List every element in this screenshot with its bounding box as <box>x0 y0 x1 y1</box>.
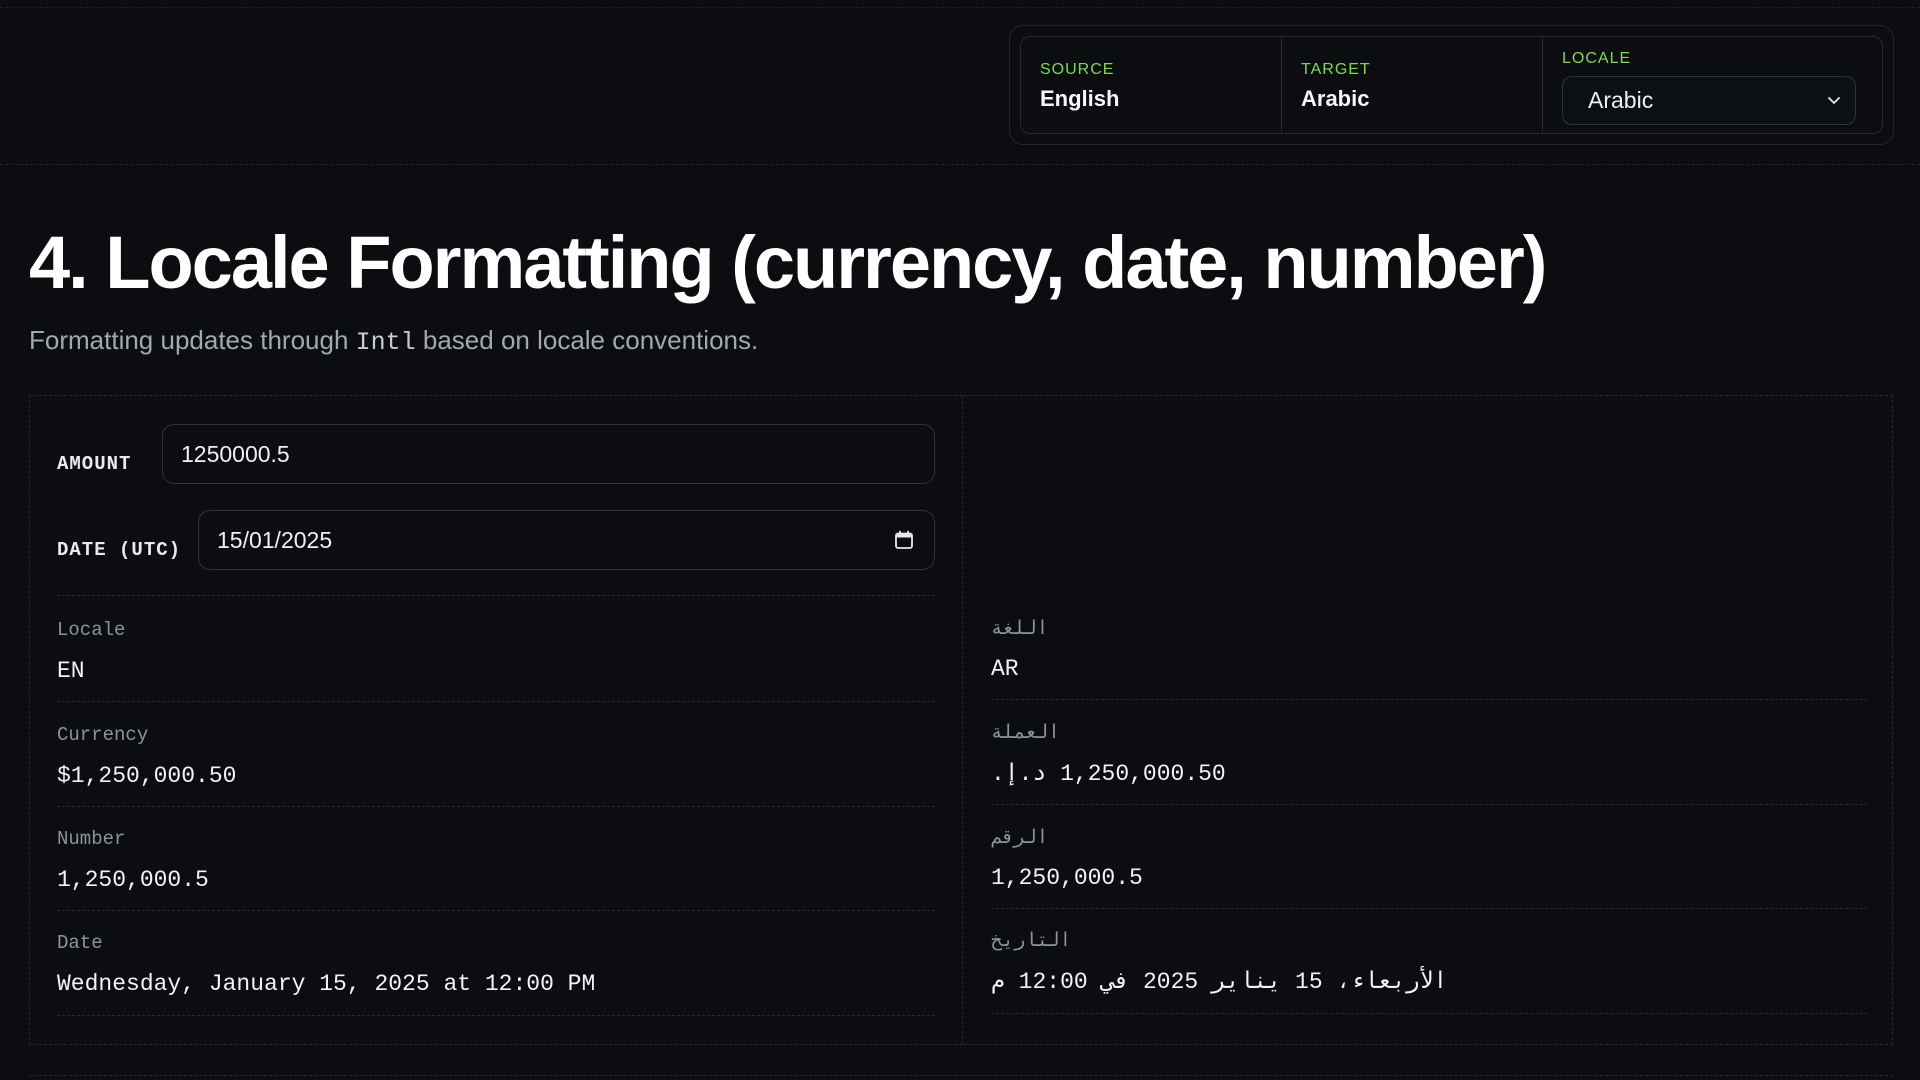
source-number-label: Number <box>57 828 126 850</box>
source-currency-value: $1,250,000.50 <box>57 763 237 789</box>
target-language-cell: TARGET Arabic <box>1282 37 1543 133</box>
locale-select[interactable]: Arabic <box>1562 76 1856 125</box>
separator <box>991 804 1868 805</box>
target-value: Arabic <box>1301 86 1370 111</box>
date-label: DATE (UTC) <box>57 539 182 561</box>
date-input[interactable]: 15/01/2025 <box>198 510 935 570</box>
separator <box>991 908 1868 909</box>
target-locale-label: اللغة <box>991 618 1049 640</box>
target-currency-value: ‏1,250,000.50 د.إ.‏ <box>991 761 1226 787</box>
target-date-label: التاريخ <box>991 930 1072 952</box>
language-panel: SOURCE English TARGET Arabic LOCALE Arab… <box>1009 25 1894 145</box>
target-date-value: الأربعاء، 15 يناير 2025 في 12:00 م <box>991 969 1448 995</box>
page-subtitle: Formatting updates through Intl based on… <box>29 325 758 357</box>
separator <box>57 701 935 702</box>
target-number-value: 1,250,000.5 <box>991 865 1143 891</box>
source-number-value: 1,250,000.5 <box>57 867 209 893</box>
header-bar: SOURCE English TARGET Arabic LOCALE Arab… <box>0 0 1920 165</box>
source-locale-label: Locale <box>57 619 126 641</box>
column-divider <box>962 396 963 1044</box>
source-date-label: Date <box>57 932 103 954</box>
separator <box>991 699 1868 700</box>
target-currency-label: العملة <box>991 722 1060 744</box>
source-language-cell: SOURCE English <box>1021 37 1282 133</box>
amount-value: 1250000.5 <box>181 440 290 467</box>
date-value: 15/01/2025 <box>217 526 333 553</box>
amount-row: AMOUNT <box>57 453 131 475</box>
subtitle-code: Intl <box>355 328 416 357</box>
separator <box>57 595 935 596</box>
calendar-icon[interactable] <box>894 530 914 550</box>
target-number-label: الرقم <box>991 827 1049 849</box>
separator <box>57 910 935 911</box>
source-locale-value: EN <box>57 658 85 684</box>
formatting-panel: AMOUNT 1250000.5 DATE (UTC) 15/01/2025 L… <box>29 395 1893 1045</box>
source-currency-label: Currency <box>57 724 149 746</box>
next-section-border <box>29 1075 1893 1076</box>
target-locale-value: AR <box>991 656 1019 682</box>
page-title: 4. Locale Formatting (currency, date, nu… <box>29 221 1547 304</box>
subtitle-text-end: based on locale conventions. <box>415 325 759 355</box>
amount-input[interactable]: 1250000.5 <box>162 424 935 484</box>
chevron-down-icon <box>1828 97 1840 104</box>
subtitle-text-start: Formatting updates through <box>29 325 356 355</box>
language-panel-inner: SOURCE English TARGET Arabic LOCALE Arab… <box>1020 36 1883 134</box>
locale-label: LOCALE <box>1562 50 1632 67</box>
locale-select-value: Arabic <box>1588 87 1654 113</box>
target-label: TARGET <box>1301 61 1371 78</box>
separator <box>57 806 935 807</box>
source-label: SOURCE <box>1040 61 1115 78</box>
source-value: English <box>1040 86 1120 111</box>
separator <box>57 1015 935 1016</box>
source-date-value: Wednesday, January 15, 2025 at 12:00 PM <box>57 971 596 997</box>
separator <box>991 1013 1868 1014</box>
date-row: DATE (UTC) <box>57 539 181 561</box>
amount-label: AMOUNT <box>57 453 132 475</box>
locale-cell: LOCALE Arabic <box>1543 37 1882 133</box>
